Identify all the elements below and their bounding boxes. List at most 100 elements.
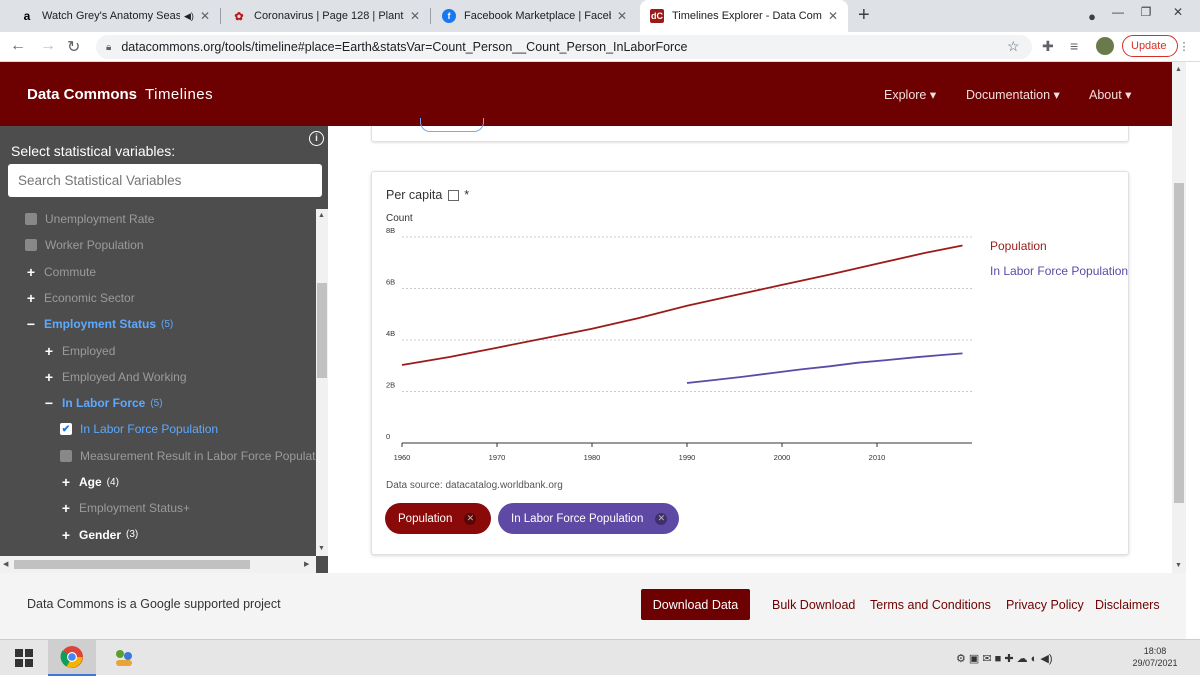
windows-taskbar: ⚙ ▣ ✉ ■ ✚ ☁ ◐ ◀) 18:08 29/07/2021 [0, 639, 1200, 676]
collapse-icon[interactable]: − [25, 316, 37, 332]
sidebar-item-label: Economic Sector [44, 290, 135, 305]
statvar-search-input[interactable] [8, 164, 322, 197]
chart-card: Per capita * Count 0 2B 4B 6B 8B 1960 1970 1980 1… [371, 171, 1129, 555]
sidebar-item-label: Employment Status [44, 317, 157, 332]
remove-icon[interactable]: ✕ [464, 512, 477, 525]
close-tab-icon[interactable]: ✕ [410, 9, 420, 23]
page-scroll-down[interactable]: ▼ [1175, 562, 1182, 569]
privacy-link[interactable]: Privacy Policy [1006, 598, 1084, 612]
checkbox[interactable] [60, 449, 72, 462]
sidebar-item[interactable]: + Gender (3) [60, 525, 138, 545]
disclaimers-link[interactable]: Disclaimers [1095, 598, 1160, 612]
browser-tab-active[interactable]: dC Timelines Explorer - Data Commo ✕ [640, 0, 848, 32]
expand-icon[interactable]: + [43, 343, 55, 359]
x-tick-label: 2000 [774, 453, 791, 462]
x-tick-label: 1990 [679, 453, 696, 462]
sidebar-item-count: (5) [161, 318, 174, 330]
forward-icon[interactable]: → [40, 37, 56, 55]
sidebar-item-label: Employed And Working [62, 369, 187, 384]
reading-list-icon[interactable]: ≡ [1070, 38, 1078, 54]
series-line-0 [401, 244, 963, 366]
chrome-icon[interactable] [48, 640, 96, 676]
checkbox[interactable] [25, 213, 37, 225]
tray-icons[interactable]: ⚙ ▣ ✉ ■ ✚ ☁ ◐ ◀) [956, 652, 1053, 665]
scroll-left-arrow[interactable]: ◀ [3, 560, 8, 568]
speaker-icon: ◀) [184, 10, 194, 21]
info-icon[interactable]: i [309, 131, 324, 146]
update-button[interactable]: Update ⋮ [1122, 35, 1189, 57]
place-chip[interactable] [420, 118, 484, 132]
sidebar-item[interactable]: + Age (4) [60, 472, 119, 492]
sidebar-item[interactable]: + Employment Status+ [60, 498, 190, 518]
sidebar-scrollbar[interactable] [316, 209, 328, 556]
close-tab-icon[interactable]: ✕ [200, 9, 210, 23]
sidebar-scroll-thumb[interactable] [317, 283, 327, 378]
checkbox[interactable] [25, 239, 37, 252]
sidebar-item[interactable]: − Employment Status (5) [25, 314, 173, 334]
collapse-icon[interactable]: − [43, 395, 55, 411]
brand-logo[interactable]: Data Commons [27, 86, 137, 103]
sidebar-item-label: Age [79, 475, 102, 489]
new-tab-icon[interactable]: + [858, 4, 870, 27]
sidebar-item[interactable]: + Economic Sector [25, 288, 135, 308]
bookmark-star-icon[interactable]: ☆ [1007, 38, 1020, 55]
restore-icon[interactable]: ❐ [1132, 0, 1160, 24]
download-data-button[interactable]: Download Data [641, 589, 750, 620]
plant-icon: ✿ [234, 10, 244, 23]
close-window-icon[interactable]: ✕ [1164, 0, 1192, 24]
nav-documentation[interactable]: Documentation ▾ [966, 87, 1060, 102]
close-tab-icon[interactable]: ✕ [617, 9, 627, 23]
extensions-icon[interactable]: ✚ [1042, 38, 1054, 55]
scroll-down-arrow[interactable]: ▼ [318, 545, 325, 552]
bulk-download-link[interactable]: Bulk Download [772, 598, 855, 612]
sidebar-item[interactable]: − In Labor Force (5) [43, 393, 163, 413]
chip-population[interactable]: Population ✕ [385, 503, 491, 534]
sidebar-item-label: Employment Status+ [79, 501, 191, 516]
browser-tab[interactable]: ✿ Coronavirus | Page 128 | Plant Ta ✕ [222, 0, 430, 32]
sidebar-hscroll-thumb[interactable] [14, 560, 250, 569]
nav-explore[interactable]: Explore ▾ [884, 87, 936, 102]
reload-icon[interactable]: ↻ [67, 37, 80, 57]
sidebar-item[interactable]: + Employed And Working [43, 367, 187, 387]
profile-dropdown-icon[interactable]: ● [1078, 4, 1106, 28]
scroll-up-arrow[interactable]: ▲ [318, 212, 325, 219]
sidebar-item[interactable]: Worker Population [25, 235, 144, 255]
expand-icon[interactable]: + [25, 290, 37, 306]
page-scroll-up[interactable]: ▲ [1175, 66, 1182, 73]
expand-icon[interactable]: + [43, 369, 55, 385]
checked-checkbox-icon[interactable]: ✔ [60, 423, 72, 436]
nav-about[interactable]: About ▾ [1089, 87, 1131, 102]
page-scroll-thumb[interactable] [1174, 183, 1184, 503]
y-tick-label: 6B [386, 278, 395, 287]
sidebar-item[interactable]: + Employed [43, 341, 115, 361]
expand-icon[interactable]: + [60, 500, 72, 516]
site-footer: Data Commons is a Google supported proje… [0, 573, 1186, 639]
remove-icon[interactable]: ✕ [655, 512, 668, 525]
sidebar-item[interactable]: Unemployment Rate [25, 209, 154, 229]
scroll-right-arrow[interactable]: ▶ [304, 560, 309, 568]
expand-icon[interactable]: + [25, 264, 37, 280]
sidebar-item[interactable]: Measurement Result in Labor Force Popula… [60, 446, 316, 466]
back-icon[interactable]: ← [10, 37, 26, 55]
sidebar-item-label: Measurement Result in Labor Force Popula… [80, 448, 316, 463]
legend-label: In Labor Force Population [990, 264, 1128, 278]
windows-start-icon[interactable] [0, 640, 48, 676]
expand-icon[interactable]: + [60, 474, 72, 490]
sidebar-item[interactable]: + Commute [25, 262, 96, 282]
browser-tab[interactable]: a Watch Grey's Anatomy Seaso ◀) ✕ [10, 0, 220, 32]
page-title: Timelines [145, 86, 214, 103]
x-tick-label: 1970 [489, 453, 506, 462]
network-users-icon[interactable] [100, 640, 148, 676]
system-clock[interactable]: 18:08 29/07/2021 [1124, 645, 1186, 669]
close-tab-icon[interactable]: ✕ [828, 9, 838, 23]
sidebar-item[interactable]: ✔ In Labor Force Population [60, 419, 218, 439]
browser-tab[interactable]: f Facebook Marketplace | Faceboo ✕ [432, 0, 637, 32]
x-tick-label: 1980 [584, 453, 601, 462]
minimize-icon[interactable]: — [1104, 0, 1132, 24]
avatar[interactable] [1096, 37, 1114, 55]
expand-icon[interactable]: + [60, 527, 72, 543]
url-bar[interactable]: 🔒︎ datacommons.org/tools/timeline#place=… [96, 35, 1032, 59]
terms-link[interactable]: Terms and Conditions [870, 598, 991, 612]
sidebar-item-label: In Labor Force Population [80, 422, 219, 437]
chip-in-labor-force-population[interactable]: In Labor Force Population ✕ [498, 503, 679, 534]
